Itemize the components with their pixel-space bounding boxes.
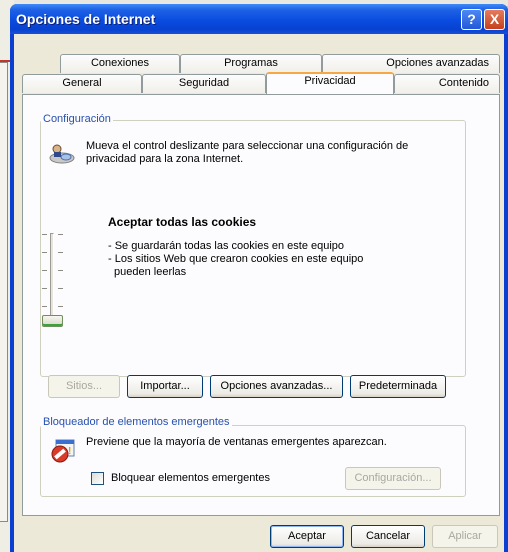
tab-programas[interactable]: Programas bbox=[180, 54, 322, 73]
tab-label: Privacidad bbox=[304, 75, 356, 87]
popup-group-label: Bloqueador de elementos emergentes bbox=[41, 416, 232, 428]
tab-opciones-avanzadas[interactable]: Opciones avanzadas bbox=[322, 54, 500, 73]
slider-tick bbox=[58, 252, 63, 253]
slider-tick bbox=[58, 270, 63, 271]
config-description-line1: Mueva el control deslizante para selecci… bbox=[86, 140, 409, 152]
title-bar[interactable]: Opciones de Internet ? X bbox=[10, 4, 508, 34]
popup-blocker-icon: ! bbox=[51, 439, 75, 463]
background-window-frame bbox=[0, 62, 8, 522]
slider-tick bbox=[58, 288, 63, 289]
popup-settings-button[interactable]: Configuración... bbox=[345, 467, 441, 490]
slider-tick bbox=[42, 234, 47, 235]
block-popups-label[interactable]: Bloquear elementos emergentes bbox=[111, 472, 270, 485]
tab-privacidad[interactable]: Privacidad bbox=[266, 72, 394, 94]
tab-label: Programas bbox=[224, 57, 278, 69]
help-button[interactable]: ? bbox=[461, 9, 482, 30]
svg-text:!: ! bbox=[68, 446, 71, 457]
slider-tick bbox=[58, 234, 63, 235]
apply-button[interactable]: Aplicar bbox=[432, 525, 498, 548]
close-button[interactable]: X bbox=[484, 9, 505, 30]
cookie-privacy-icon bbox=[49, 144, 75, 164]
help-icon: ? bbox=[467, 11, 476, 27]
privacy-level-desc-line3: pueden leerlas bbox=[114, 266, 187, 278]
tab-seguridad[interactable]: Seguridad bbox=[142, 74, 266, 93]
tab-label: Contenido bbox=[438, 77, 489, 89]
internet-options-dialog: Opciones de Internet ? X Conexiones Prog… bbox=[10, 4, 508, 552]
tab-label: Seguridad bbox=[178, 77, 230, 89]
tab-label: Conexiones bbox=[90, 57, 150, 69]
tab-label: General bbox=[62, 77, 102, 89]
slider-tick bbox=[42, 252, 47, 253]
slider-tick bbox=[42, 306, 47, 307]
import-button[interactable]: Importar... bbox=[127, 375, 203, 398]
popup-description: Previene que la mayoría de ventanas emer… bbox=[86, 436, 387, 448]
config-group-label: Configuración bbox=[41, 113, 113, 125]
slider-thumb[interactable] bbox=[42, 315, 63, 327]
privacy-level-title: Aceptar todas las cookies bbox=[108, 215, 257, 229]
slider-tick bbox=[58, 306, 63, 307]
slider-track[interactable] bbox=[50, 233, 54, 325]
default-button[interactable]: Predeterminada bbox=[350, 375, 446, 398]
tab-conexiones[interactable]: Conexiones bbox=[60, 54, 180, 73]
tab-contenido[interactable]: Contenido bbox=[394, 74, 500, 93]
cancel-button[interactable]: Cancelar bbox=[351, 525, 425, 548]
slider-tick bbox=[42, 288, 47, 289]
window-title: Opciones de Internet bbox=[16, 11, 156, 27]
block-popups-checkbox[interactable] bbox=[91, 472, 104, 485]
privacy-level-desc-line1: - Se guardarán todas las cookies en este… bbox=[108, 240, 345, 252]
sites-button[interactable]: Sitios... bbox=[48, 375, 120, 398]
slider-tick bbox=[42, 270, 47, 271]
dialog-client-area: Conexiones Programas Opciones avanzadas … bbox=[14, 34, 504, 552]
accept-button[interactable]: Aceptar bbox=[270, 525, 344, 548]
advanced-options-button[interactable]: Opciones avanzadas... bbox=[210, 375, 343, 398]
close-icon: X bbox=[489, 11, 500, 27]
privacy-level-desc-line2: - Los sitios Web que crearon cookies en … bbox=[108, 253, 364, 265]
privacy-tab-panel: Configuración Mueva el control deslizant… bbox=[22, 94, 500, 516]
tab-label: Opciones avanzadas bbox=[386, 57, 489, 69]
tab-general[interactable]: General bbox=[22, 74, 142, 93]
config-description-line2: privacidad para la zona Internet. bbox=[86, 153, 244, 165]
